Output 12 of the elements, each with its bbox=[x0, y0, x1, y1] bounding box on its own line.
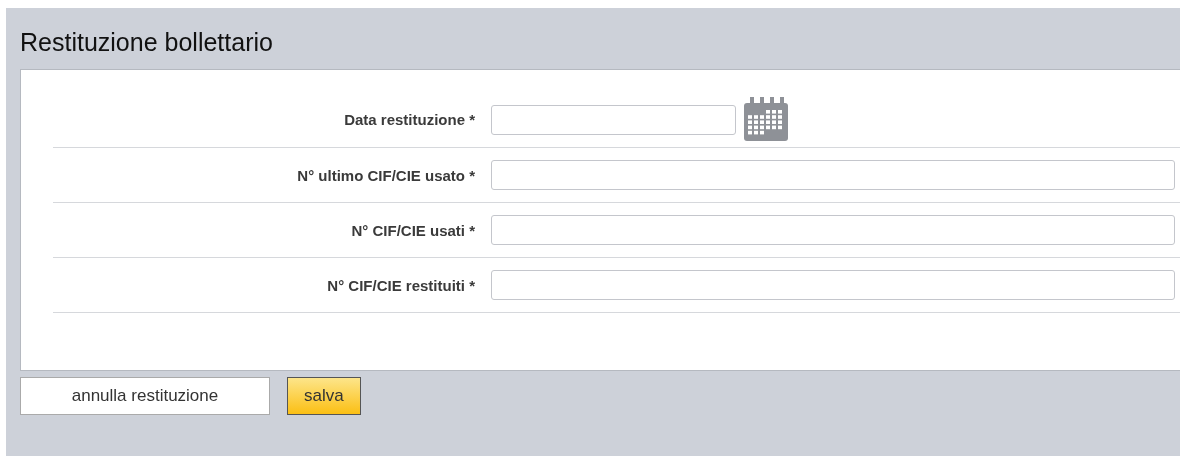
input-field[interactable] bbox=[491, 215, 1175, 245]
field-label: N° CIF/CIE usati * bbox=[350, 221, 475, 239]
cancel-button[interactable]: annulla restituzione bbox=[20, 377, 270, 415]
input-field[interactable] bbox=[491, 270, 1175, 300]
field-label: N° ultimo CIF/CIE usato * bbox=[296, 166, 475, 184]
field-label: Data restituzione * bbox=[343, 111, 475, 128]
save-button[interactable]: salva bbox=[287, 377, 361, 415]
page-title: Restituzione bollettario bbox=[19, 27, 273, 58]
input-field[interactable] bbox=[491, 160, 1175, 190]
calendar-icon[interactable] bbox=[742, 96, 788, 143]
field-label: N° CIF/CIE restituiti * bbox=[326, 276, 475, 294]
date-field[interactable] bbox=[491, 104, 736, 135]
